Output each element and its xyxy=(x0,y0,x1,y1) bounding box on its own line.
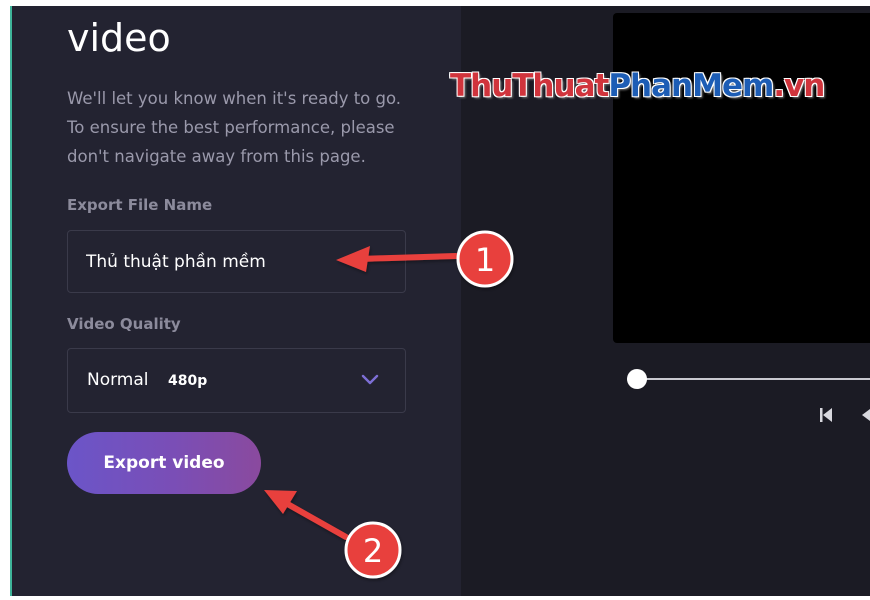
video-quality-label: Video Quality xyxy=(67,315,181,333)
quality-value: Normal xyxy=(87,370,149,390)
video-quality-select[interactable]: Normal 480p xyxy=(67,348,406,413)
quality-resolution: 480p xyxy=(168,373,208,389)
export-panel: video We'll let you know when it's ready… xyxy=(10,6,461,596)
chevron-down-icon xyxy=(361,374,379,385)
watermark-part-3: .vn xyxy=(773,68,825,104)
watermark-logo: ThuThuatPhanMem.vn xyxy=(450,68,825,104)
file-name-label: Export File Name xyxy=(67,196,213,214)
page-title: video xyxy=(67,16,171,60)
timeline-track[interactable] xyxy=(637,378,870,380)
screenshot-frame: video We'll let you know when it's ready… xyxy=(0,0,870,600)
file-name-input[interactable] xyxy=(67,230,406,293)
timeline-scrubber-handle[interactable] xyxy=(627,369,647,389)
page-margin xyxy=(0,0,10,596)
watermark-part-2: PhanMem xyxy=(608,68,774,104)
video-preview xyxy=(613,13,870,343)
rewind-icon[interactable] xyxy=(860,409,870,421)
export-description: We'll let you know when it's ready to go… xyxy=(67,89,402,166)
watermark-part-1: ThuThuat xyxy=(450,68,609,104)
skip-to-start-icon[interactable] xyxy=(819,406,833,424)
export-video-button[interactable]: Export video xyxy=(67,432,261,494)
